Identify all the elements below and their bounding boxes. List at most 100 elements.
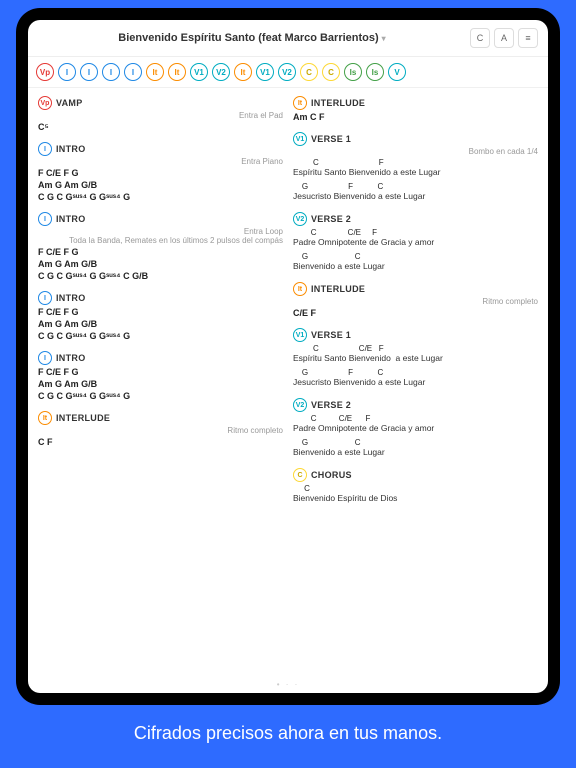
chord-line: C F [38, 437, 283, 447]
section-badge: C [293, 468, 307, 482]
chord-line: Am G Am G/B [38, 259, 283, 269]
key-button[interactable]: C [470, 28, 490, 48]
lyric-pair: C C/E FPadre Omnipotente de Gracia y amo… [293, 414, 538, 434]
section-pill[interactable]: V1 [256, 63, 274, 81]
chord-line: F C/E F G [38, 247, 283, 257]
section-badge: I [38, 351, 52, 365]
section-pill[interactable]: V1 [190, 63, 208, 81]
lyric-pair: G F CJesucristo Bienvenido a este Lugar [293, 368, 538, 388]
section-pillbar[interactable]: VpIIIIItItV1V2ItV1V2CCIsIsV [28, 57, 548, 88]
section-name: VERSE 1 [311, 134, 351, 144]
section-name: INTERLUDE [56, 413, 110, 423]
chord-line: Am G Am G/B [38, 319, 283, 329]
section-note: Bombo en cada 1/4 [293, 147, 538, 156]
song-section: V1 VERSE 1 Bombo en cada 1/4 C FEspíritu S… [293, 132, 538, 202]
lyric-pair: C C/E FEspíritu Santo Bienvenido a este … [293, 344, 538, 364]
section-pill[interactable]: I [102, 63, 120, 81]
settings-button[interactable]: ≡ [518, 28, 538, 48]
section-badge: I [38, 291, 52, 305]
section-name: VERSE 1 [311, 330, 351, 340]
section-badge: I [38, 212, 52, 226]
section-pill[interactable]: Is [366, 63, 384, 81]
left-column: VpVAMPEntra el PadC⁵ IINTROEntra PianoF … [38, 96, 283, 668]
chord-line: Am G Am G/B [38, 379, 283, 389]
section-name: INTRO [56, 353, 86, 363]
section-badge: I [38, 142, 52, 156]
section-pill[interactable]: C [322, 63, 340, 81]
lyric-pair: G CBienvenido a este Lugar [293, 438, 538, 458]
chord-line: C G C Gˢᵘˢ⁴ G Gˢᵘˢ⁴ G [38, 192, 283, 202]
section-badge: It [38, 411, 52, 425]
chord-line: F C/E F G [38, 168, 283, 178]
section-badge: Vp [38, 96, 52, 110]
section-pill[interactable]: Is [344, 63, 362, 81]
song-section: I INTRO F C/E F G Am G Am G/B C G C Gˢᵘˢ⁴ G … [38, 351, 283, 401]
section-pill[interactable]: I [80, 63, 98, 81]
section-note: Entra LoopToda la Banda, Remates en los … [38, 227, 283, 245]
section-badge: V2 [293, 212, 307, 226]
section-pill[interactable]: V2 [278, 63, 296, 81]
lyric-pair: CBienvenido Espíritu de Dios [293, 484, 538, 504]
section-badge: It [293, 96, 307, 110]
song-section: It INTERLUDE Ritmo completo C F [38, 411, 283, 447]
section-name: VERSE 2 [311, 400, 351, 410]
section-note: Entra Piano [38, 157, 283, 166]
tablet-frame: Bienvenido Espíritu Santo (feat Marco Ba… [16, 8, 560, 705]
header: Bienvenido Espíritu Santo (feat Marco Ba… [28, 20, 548, 57]
song-section: VpVAMPEntra el PadC⁵ [38, 96, 283, 132]
section-name: INTRO [56, 214, 86, 224]
page-dots: • · · [28, 676, 548, 693]
section-pill[interactable]: It [234, 63, 252, 81]
section-pill[interactable]: Vp [36, 63, 54, 81]
section-name: VAMP [56, 98, 83, 108]
section-pill[interactable]: V [388, 63, 406, 81]
song-section: It INTERLUDE Ritmo completo C/E F [293, 282, 538, 318]
song-section: V1 VERSE 1 C C/E FEspíritu Santo Bienveni… [293, 328, 538, 388]
lyric-pair: C C/E FPadre Omnipotente de Gracia y amo… [293, 228, 538, 248]
section-name: INTERLUDE [311, 98, 365, 108]
dropdown-icon: ▾ [382, 34, 386, 43]
marketing-tagline: Cifrados precisos ahora en tus manos. [0, 705, 576, 768]
section-name: INTRO [56, 293, 86, 303]
song-section: I INTRO Entra LoopToda la Banda, Remates e… [38, 212, 283, 281]
section-name: INTRO [56, 144, 86, 154]
section-pill[interactable]: It [146, 63, 164, 81]
chord-line: C/E F [293, 308, 538, 318]
section-pill[interactable]: It [168, 63, 186, 81]
song-title[interactable]: Bienvenido Espíritu Santo (feat Marco Ba… [38, 32, 466, 44]
section-badge: V1 [293, 328, 307, 342]
song-section: C CHORUS CBienvenido Espíritu de Dios [293, 468, 538, 504]
section-pill[interactable]: C [300, 63, 318, 81]
song-section: V2 VERSE 2 C C/E FPadre Omnipotente de Gr… [293, 212, 538, 272]
section-pill[interactable]: I [124, 63, 142, 81]
lyric-pair: G F CJesucristo Bienvenido a este Lugar [293, 182, 538, 202]
section-pill[interactable]: V2 [212, 63, 230, 81]
section-note: Ritmo completo [293, 297, 538, 306]
section-name: CHORUS [311, 470, 352, 480]
right-column: It INTERLUDE Am C F V1 VERSE 1 Bombo en cada… [293, 96, 538, 668]
section-badge: V1 [293, 132, 307, 146]
section-name: INTERLUDE [311, 284, 365, 294]
section-badge: V2 [293, 398, 307, 412]
song-section: It INTERLUDE Am C F [293, 96, 538, 122]
chord-line: C G C Gˢᵘˢ⁴ G Gˢᵘˢ⁴ C G/B [38, 271, 283, 281]
app-screen: Bienvenido Espíritu Santo (feat Marco Ba… [28, 20, 548, 693]
song-section: V2 VERSE 2 C C/E FPadre Omnipotente de Gr… [293, 398, 538, 458]
font-button[interactable]: A [494, 28, 514, 48]
lyric-pair: C FEspíritu Santo Bienvenido a este Luga… [293, 158, 538, 178]
chord-line: F C/E F G [38, 367, 283, 377]
chord-line: C G C Gˢᵘˢ⁴ G Gˢᵘˢ⁴ G [38, 331, 283, 341]
section-badge: It [293, 282, 307, 296]
lyric-pair: G CBienvenido a este Lugar [293, 252, 538, 272]
section-pill[interactable]: I [58, 63, 76, 81]
chord-content[interactable]: VpVAMPEntra el PadC⁵ IINTROEntra PianoF … [28, 88, 548, 676]
song-section: I INTRO F C/E F G Am G Am G/B C G C Gˢᵘˢ⁴ G … [38, 291, 283, 341]
chord-line: Am C F [293, 112, 538, 122]
chord-line: C G C Gˢᵘˢ⁴ G Gˢᵘˢ⁴ G [38, 391, 283, 401]
song-section: I INTRO Entra Piano F C/E F G Am G Am G/B C G… [38, 142, 283, 202]
section-note: Entra el Pad [38, 111, 283, 120]
chord-line: Am G Am G/B [38, 180, 283, 190]
chord-line: F C/E F G [38, 307, 283, 317]
section-note: Ritmo completo [38, 426, 283, 435]
section-name: VERSE 2 [311, 214, 351, 224]
